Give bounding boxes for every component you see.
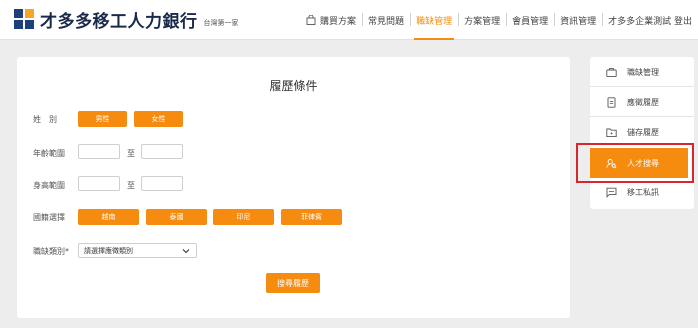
folder-icon: [606, 128, 617, 137]
job-category-label: 職缺類別*: [33, 247, 69, 256]
height-max-input[interactable]: [141, 176, 183, 191]
job-category-select[interactable]: 請選擇應徵類別: [78, 243, 197, 258]
top-nav: 購買方案 常見問題 職缺管理 方案管理 會員管理 資訊管理 才多多企業測試 登出: [300, 0, 698, 40]
nav-plan-management[interactable]: 方案管理: [458, 0, 506, 40]
age-range-to: 至: [127, 149, 135, 158]
nav-member-management[interactable]: 會員管理: [506, 0, 554, 40]
height-range-label: 身高範圍: [33, 181, 65, 190]
top-header: 才多多移工人力銀行 台灣第一家 購買方案 常見問題 職缺管理 方案管理 會員管理…: [0, 0, 698, 40]
sidebar-item-job-management-label: 職缺管理: [627, 67, 659, 77]
bag-icon: [306, 15, 316, 25]
nav-job-management-label: 職缺管理: [416, 16, 453, 27]
highlight-box: [576, 143, 694, 183]
nav-faq[interactable]: 常見問題: [362, 0, 410, 40]
brand-tagline: 台灣第一家: [203, 19, 239, 27]
sidebar-item-saved-resumes-label: 儲存履歷: [627, 127, 659, 137]
logo-mark-icon: [14, 9, 34, 29]
sidebar-item-worker-messages-label: 移工私訊: [627, 187, 659, 197]
sidebar-item-job-management[interactable]: 職缺管理: [590, 57, 694, 87]
sidebar-item-applied-resumes-label: 應徵履歷: [627, 97, 659, 107]
document-icon: [607, 96, 616, 108]
nav-account-logout-label: 才多多企業測試 登出: [608, 16, 692, 27]
nav-buy-plan-label: 購買方案: [320, 16, 357, 27]
nationality-indonesia-button[interactable]: 印尼: [213, 209, 274, 225]
sidebar-menu: 職缺管理 應徵履歷 儲存履歷 人才搜尋 移工私訊: [590, 57, 694, 209]
nav-info-management[interactable]: 資訊管理: [554, 0, 602, 40]
sidebar-item-applied-resumes[interactable]: 應徵履歷: [590, 87, 694, 117]
gender-label: 姓 別: [33, 115, 57, 124]
briefcase-icon: [606, 67, 617, 77]
nationality-vietnam-button[interactable]: 越南: [78, 209, 139, 225]
age-range-label: 年齡範圍: [33, 149, 65, 158]
age-max-input[interactable]: [141, 144, 183, 159]
chevron-down-icon: [182, 249, 190, 254]
height-range-to: 至: [127, 181, 135, 190]
search-resume-button[interactable]: 搜尋履歷: [266, 273, 320, 293]
age-min-input[interactable]: [78, 144, 120, 159]
nav-info-management-label: 資訊管理: [560, 16, 597, 27]
gender-female-button[interactable]: 女性: [134, 111, 183, 127]
form-title: 履歷條件: [269, 79, 318, 93]
nav-plan-management-label: 方案管理: [464, 16, 501, 27]
nationality-philippines-button[interactable]: 菲律賓: [281, 209, 342, 225]
chat-icon: [606, 187, 617, 198]
nationality-label: 國籍選擇: [33, 213, 65, 222]
brand-logo[interactable]: 才多多移工人力銀行 台灣第一家: [14, 9, 239, 32]
nationality-thailand-button[interactable]: 泰國: [146, 209, 207, 225]
job-category-value: 請選擇應徵類別: [84, 246, 133, 255]
nav-buy-plan[interactable]: 購買方案: [300, 0, 362, 40]
nav-member-management-label: 會員管理: [512, 16, 549, 27]
nav-job-management[interactable]: 職缺管理: [410, 0, 458, 40]
nav-faq-label: 常見問題: [368, 16, 405, 27]
height-min-input[interactable]: [78, 176, 120, 191]
gender-male-button[interactable]: 男性: [78, 111, 127, 127]
nav-account-logout[interactable]: 才多多企業測試 登出: [602, 0, 698, 40]
brand-name: 才多多移工人力銀行: [40, 11, 198, 32]
